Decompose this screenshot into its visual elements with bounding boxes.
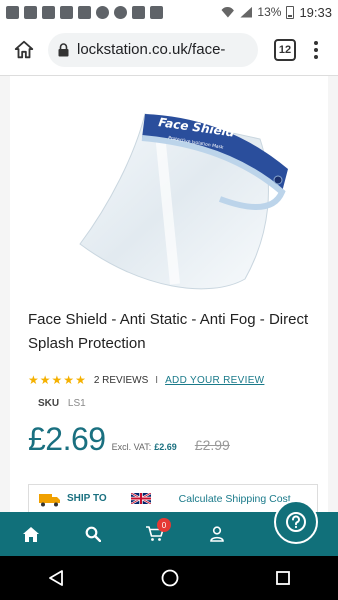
home-nav-button[interactable] <box>161 569 179 587</box>
mail-icon <box>24 5 37 19</box>
help-button[interactable] <box>274 500 318 544</box>
reviews-separator: I <box>155 374 159 386</box>
nav-cart-button[interactable]: 0 <box>124 512 186 556</box>
sku-value: LS1 <box>67 398 86 409</box>
old-price: £2.99 <box>194 437 230 453</box>
home-icon <box>23 526 39 542</box>
price-row: £2.69 Excl. VAT: £2.69 £2.99 <box>28 421 230 458</box>
lock-icon <box>58 42 69 56</box>
inbox-icon <box>78 5 91 19</box>
facebook-icon <box>6 5 19 19</box>
instagram-icon <box>150 5 163 19</box>
clock: 19:33 <box>299 4 332 20</box>
user-icon <box>210 526 224 542</box>
wifi-icon <box>220 6 236 18</box>
star-icon: ★ <box>51 373 63 387</box>
notification-icons <box>6 5 163 19</box>
menu-dot <box>314 40 318 45</box>
instagram-icon <box>132 5 145 19</box>
rating-stars: ★ ★ ★ ★ ★ <box>28 374 86 386</box>
sku-label: SKU <box>38 398 60 409</box>
shipping-box: SHIP TO Calculate Shipping Cost <box>28 484 318 512</box>
star-icon: ★ <box>63 373 75 387</box>
ship-to-label: SHIP TO <box>67 493 107 504</box>
mail-icon <box>42 5 55 19</box>
price: £2.69 <box>28 421 106 457</box>
url-text: lockstation.co.uk/face- <box>77 41 226 58</box>
nav-account-button[interactable] <box>186 512 248 556</box>
product-image[interactable]: Face Shield Protective Isolation Mask <box>50 94 300 304</box>
youtube-icon <box>60 5 73 19</box>
excl-vat: Excl. VAT: £2.69 <box>112 442 177 452</box>
browser-toolbar: lockstation.co.uk/face- 12 <box>0 24 338 76</box>
soccer-icon <box>96 5 109 19</box>
cart-count-badge: 0 <box>157 518 171 532</box>
sync-icon <box>114 5 127 19</box>
truck-icon <box>39 494 60 507</box>
menu-dot <box>314 54 318 59</box>
reviews-count-link[interactable]: 2 REVIEWS <box>94 375 148 386</box>
star-icon: ★ <box>75 373 86 387</box>
browser-menu-button[interactable] <box>312 40 320 59</box>
nav-home-button[interactable] <box>0 512 62 556</box>
calculate-shipping-link[interactable]: Calculate Shipping Cost <box>179 493 291 505</box>
product-title: Face Shield - Anti Static - Anti Fog - D… <box>28 311 309 352</box>
search-icon <box>85 526 101 542</box>
recents-button[interactable] <box>275 571 290 585</box>
tab-switcher-button[interactable]: 12 <box>274 38 296 61</box>
menu-dot <box>314 47 318 52</box>
sku-row: SKU LS1 <box>38 398 86 409</box>
excl-vat-label: Excl. VAT: <box>111 442 152 452</box>
android-nav-bar <box>0 556 338 600</box>
star-icon: ★ <box>39 373 51 387</box>
home-button[interactable] <box>10 36 38 64</box>
page-content: Face Shield Protective Isolation Mask Fa… <box>0 76 338 512</box>
signal-icon <box>240 6 253 18</box>
back-button[interactable] <box>48 570 64 586</box>
battery-percent: 13% <box>257 5 282 19</box>
star-icon: ★ <box>28 373 39 387</box>
question-icon <box>286 512 306 532</box>
home-icon <box>14 40 34 58</box>
nav-search-button[interactable] <box>62 512 124 556</box>
address-bar[interactable]: lockstation.co.uk/face- <box>48 32 258 67</box>
battery-icon <box>286 5 295 19</box>
uk-flag-icon[interactable] <box>130 493 151 504</box>
status-bar: 13% 19:33 <box>0 0 338 24</box>
excl-vat-value: £2.69 <box>154 442 177 452</box>
product-card: Face Shield Protective Isolation Mask Fa… <box>10 76 328 512</box>
add-review-link[interactable]: ADD YOUR REVIEW <box>165 375 264 386</box>
reviews-row: ★ ★ ★ ★ ★ 2 REVIEWS I ADD YOUR REVIEW <box>28 374 264 386</box>
